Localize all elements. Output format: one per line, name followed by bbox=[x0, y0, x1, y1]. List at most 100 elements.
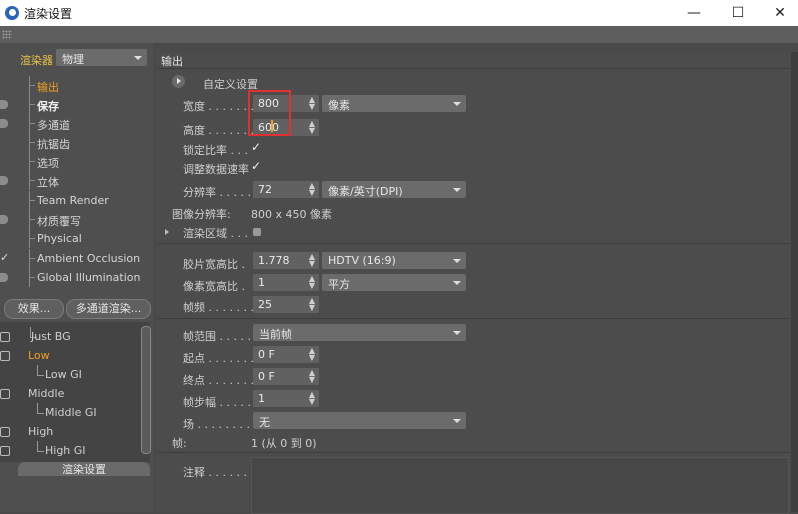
height-label: 高度 . . . . . . . bbox=[183, 124, 254, 137]
nav-item-label: 保存 bbox=[37, 100, 59, 113]
nav-item-label: 立体 bbox=[37, 176, 59, 189]
nav-item-stereo[interactable]: 立体 bbox=[0, 171, 153, 190]
render-region-checkbox[interactable] bbox=[253, 228, 261, 236]
render-settings-button[interactable]: 渲染设置 bbox=[18, 462, 150, 476]
notes-textarea[interactable] bbox=[251, 457, 789, 514]
renderer-value: 物理 bbox=[62, 53, 84, 66]
frame-range-dropdown[interactable]: 当前帧 bbox=[253, 324, 466, 341]
nav-item-save[interactable]: 保存 bbox=[0, 95, 153, 114]
image-resolution-value: 800 x 450 像素 bbox=[251, 208, 332, 221]
preset-menu-button[interactable] bbox=[172, 75, 185, 88]
toggle-dot-icon[interactable] bbox=[0, 273, 8, 282]
lock-ratio-label: 锁定比率 . . . bbox=[183, 144, 248, 157]
film-aspect-label: 胶片宽高比 . bbox=[183, 258, 245, 271]
nav-item-options[interactable]: 选项 bbox=[0, 152, 153, 171]
lock-ratio-checkbox[interactable]: ✓ bbox=[251, 140, 261, 154]
expand-arrow-icon[interactable] bbox=[165, 229, 169, 235]
nav-item-label: Global Illumination bbox=[37, 271, 141, 284]
close-button[interactable]: ✕ bbox=[762, 2, 798, 24]
nav-item-label: Ambient Occlusion bbox=[37, 252, 141, 265]
nav-item-ambient-occlusion[interactable]: ✓ Ambient Occlusion bbox=[0, 249, 153, 268]
nav-item-global-illumination[interactable]: Global Illumination bbox=[0, 268, 153, 287]
list-item[interactable]: High GI bbox=[0, 441, 140, 460]
list-item[interactable]: Just BG bbox=[0, 327, 140, 346]
spinner-icon[interactable]: ▲ ▼ bbox=[309, 347, 315, 362]
fps-label: 帧频 . . . . . . . bbox=[183, 301, 254, 314]
preset-icon bbox=[0, 389, 10, 399]
list-item[interactable]: Middle bbox=[0, 384, 140, 403]
spinner-icon[interactable]: ▲ ▼ bbox=[309, 297, 315, 312]
multipass-render-button[interactable]: 多通道渲染... bbox=[66, 299, 151, 319]
toggle-dot-icon[interactable] bbox=[0, 119, 8, 128]
highlight-box bbox=[248, 90, 291, 136]
nav-item-label: 抗锯齿 bbox=[37, 138, 70, 151]
width-label: 宽度 . . . . . . . bbox=[183, 100, 254, 113]
right-scrollbar[interactable] bbox=[791, 52, 798, 512]
chevron-down-icon bbox=[134, 56, 142, 60]
pixel-aspect-dropdown[interactable]: 平方 bbox=[322, 274, 466, 291]
checkmark-icon[interactable]: ✓ bbox=[0, 251, 9, 264]
field-dropdown[interactable]: 无 bbox=[253, 412, 466, 429]
nav-item-physical[interactable]: Physical bbox=[0, 229, 153, 248]
fps-input[interactable]: 25 ▲ ▼ bbox=[253, 296, 319, 313]
adjust-rate-checkbox[interactable]: ✓ bbox=[251, 159, 261, 173]
maximize-button[interactable]: ☐ bbox=[720, 2, 756, 24]
frames-label: 帧: bbox=[172, 437, 187, 450]
nav-item-output[interactable]: 输出 bbox=[0, 76, 153, 95]
chevron-down-icon bbox=[453, 419, 461, 423]
render-region-label: 渲染区域 . . . bbox=[183, 227, 248, 240]
spinner-icon[interactable]: ▲ ▼ bbox=[309, 369, 315, 384]
preset-icon bbox=[0, 446, 10, 456]
nav-item-label: 输出 bbox=[37, 81, 59, 94]
pixel-aspect-input[interactable]: 1 ▲ ▼ bbox=[253, 274, 319, 291]
minimize-button[interactable]: — bbox=[676, 2, 712, 24]
unit-dropdown[interactable]: 像素 bbox=[322, 95, 466, 112]
renderer-label: 渲染器 bbox=[20, 54, 53, 67]
toggle-dot-icon[interactable] bbox=[0, 215, 8, 224]
chevron-down-icon bbox=[453, 102, 461, 106]
resolution-unit-dropdown[interactable]: 像素/英寸(DPI) bbox=[322, 181, 466, 198]
frame-range-label: 帧范围 . . . . . bbox=[183, 330, 251, 343]
toolbar-strip bbox=[0, 26, 798, 43]
toggle-dot-icon[interactable] bbox=[0, 176, 8, 185]
spinner-icon[interactable]: ▲ ▼ bbox=[309, 275, 315, 290]
app-icon bbox=[5, 6, 19, 20]
spinner-icon[interactable]: ▲ ▼ bbox=[309, 391, 315, 406]
effects-button[interactable]: 效果... bbox=[4, 299, 64, 319]
list-item[interactable]: Low bbox=[0, 346, 140, 365]
nav-item-label: Team Render bbox=[37, 194, 109, 207]
frame-step-input[interactable]: 1 ▲ ▼ bbox=[253, 390, 319, 407]
end-label: 终点 . . . . . . . bbox=[183, 374, 254, 387]
start-frame-input[interactable]: 0 F ▲ ▼ bbox=[253, 346, 319, 363]
list-item[interactable]: Middle GI bbox=[0, 403, 140, 422]
resolution-input[interactable]: 72 ▲ ▼ bbox=[253, 181, 319, 198]
image-resolution-label: 图像分辨率: bbox=[172, 208, 231, 221]
renderer-dropdown[interactable]: 物理 bbox=[56, 49, 147, 66]
nav-item-team-render[interactable]: Team Render bbox=[0, 191, 153, 210]
preset-icon bbox=[0, 427, 10, 437]
grip-handle-icon[interactable] bbox=[2, 30, 12, 39]
spinner-icon[interactable]: ▲ ▼ bbox=[309, 182, 315, 197]
renderer-row: 渲染器 物理 bbox=[0, 49, 153, 69]
film-aspect-dropdown[interactable]: HDTV (16:9) bbox=[322, 252, 466, 269]
nav-item-material-override[interactable]: 材质覆写 bbox=[0, 210, 153, 229]
nav-item-label: 选项 bbox=[37, 157, 59, 170]
list-item[interactable]: Low GI bbox=[0, 365, 140, 384]
spinner-icon[interactable]: ▲ ▼ bbox=[309, 96, 315, 111]
preset-icon bbox=[0, 351, 10, 361]
chevron-down-icon bbox=[453, 259, 461, 263]
spinner-icon[interactable]: ▲ ▼ bbox=[309, 120, 315, 135]
nav-item-label: 材质覆写 bbox=[37, 215, 81, 228]
film-aspect-input[interactable]: 1.778 ▲ ▼ bbox=[253, 252, 319, 269]
toggle-dot-icon[interactable] bbox=[0, 100, 8, 109]
spinner-icon[interactable]: ▲ ▼ bbox=[309, 253, 315, 268]
preset-list-scrollbar[interactable] bbox=[141, 326, 151, 454]
step-label: 帧步幅 . . . . . bbox=[183, 396, 251, 409]
nav-item-antialiasing[interactable]: 抗锯齿 bbox=[0, 133, 153, 152]
window-title: 渲染设置 bbox=[24, 7, 73, 21]
end-frame-input[interactable]: 0 F ▲ ▼ bbox=[253, 368, 319, 385]
list-item[interactable]: High bbox=[0, 422, 140, 441]
nav-item-multipass[interactable]: 多通道 bbox=[0, 114, 153, 133]
resolution-label: 分辨率 . . . . . bbox=[183, 186, 251, 199]
adjust-rate-label: 调整数据速率 bbox=[183, 163, 249, 176]
